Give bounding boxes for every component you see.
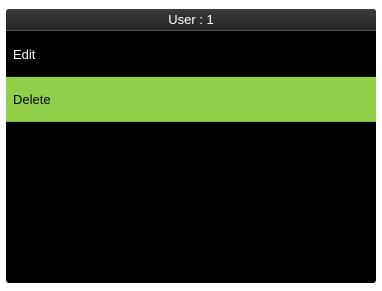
screen-title: User : 1: [6, 9, 376, 31]
menu-item-label: Edit: [13, 47, 36, 62]
menu-item-edit[interactable]: Edit: [6, 32, 376, 77]
menu-list: Edit Delete: [6, 32, 376, 122]
device-screen: User : 1 Edit Delete: [6, 9, 376, 283]
menu-item-delete[interactable]: Delete: [6, 77, 376, 122]
menu-item-label: Delete: [13, 92, 51, 107]
